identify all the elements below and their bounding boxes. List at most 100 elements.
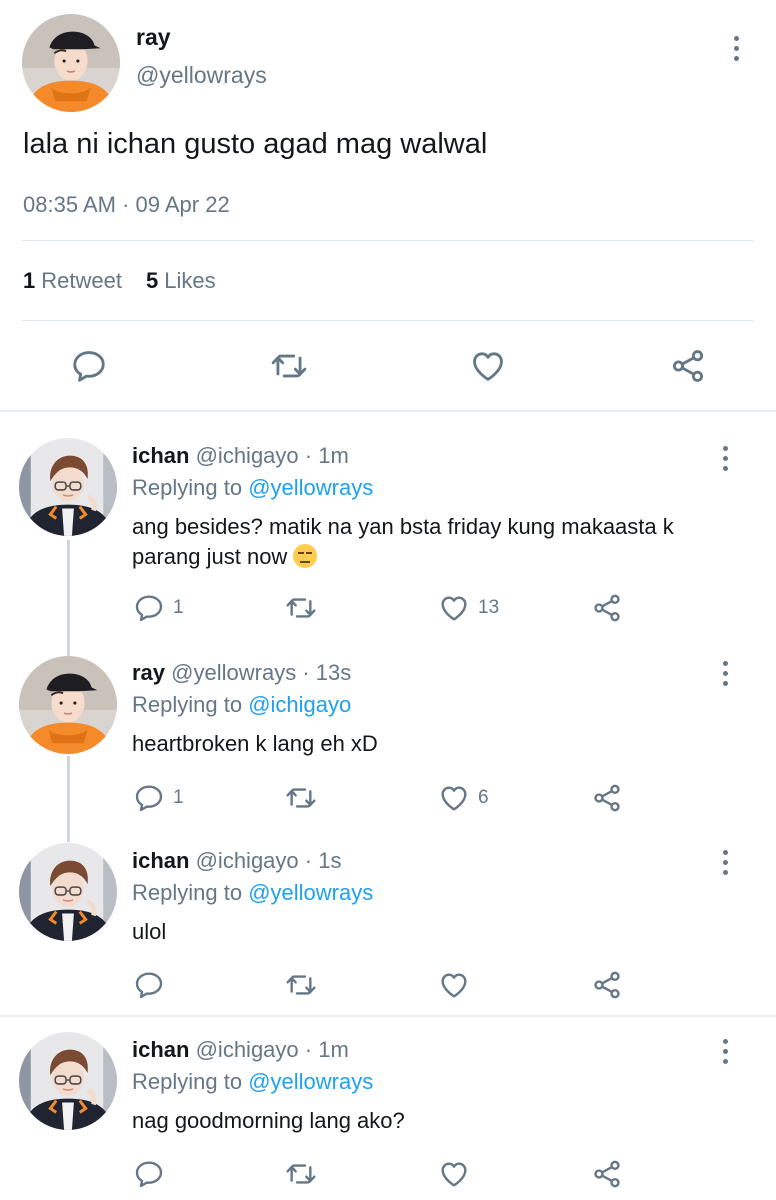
reply-time: · 1m: [304, 443, 349, 468]
reply-header: ichan @ichigayo · 1m: [132, 1037, 349, 1063]
replying-to: Replying to @yellowrays: [132, 880, 373, 906]
replying-prefix: Replying to: [132, 692, 243, 717]
reply-text: nag goodmorning lang ako?: [132, 1108, 405, 1133]
replying-to: Replying to @ichigayo: [132, 692, 351, 718]
more-vertical-icon[interactable]: [721, 1039, 729, 1064]
like-count: 13: [478, 597, 500, 618]
retweet-icon[interactable]: [270, 347, 308, 385]
heart-icon: [438, 592, 470, 624]
unamused-face-emoji: [293, 544, 318, 568]
retweet-icon: [285, 592, 317, 624]
share-icon[interactable]: [669, 347, 707, 385]
replying-prefix: Replying to: [132, 475, 243, 500]
thread-line: [67, 540, 70, 656]
avatar[interactable]: [19, 656, 117, 754]
like-count: 6: [478, 787, 489, 808]
author-name[interactable]: ray: [132, 660, 165, 685]
retweet-button[interactable]: [285, 1158, 317, 1190]
replying-to: Replying to @yellowrays: [132, 475, 373, 501]
avatar[interactable]: [19, 843, 117, 941]
retweet-button[interactable]: [285, 592, 317, 624]
avatar[interactable]: [19, 1032, 117, 1130]
reply-icon: [133, 782, 165, 814]
tweet-timestamp: 08:35 AM · 09 Apr 22: [23, 192, 230, 217]
author-name[interactable]: ichan: [132, 443, 189, 468]
retweet-button[interactable]: [285, 969, 317, 1001]
like-button[interactable]: 6: [438, 782, 489, 814]
like-button[interactable]: 13: [438, 592, 499, 624]
reply-time: · 1m: [304, 1037, 349, 1062]
reply-icon: [133, 1158, 165, 1190]
replying-prefix: Replying to: [132, 880, 243, 905]
reply-icon: [133, 592, 165, 624]
reply-text-line: ang besides? matik na yan bsta friday ku…: [132, 514, 674, 539]
share-button[interactable]: [591, 969, 623, 1001]
reply-text: heartbroken k lang eh xD: [132, 731, 378, 756]
avatar[interactable]: [22, 14, 120, 112]
reply-header: ray @yellowrays · 13s: [132, 660, 351, 686]
thread-line: [67, 756, 70, 842]
likes-label: Likes: [164, 268, 216, 293]
reply-icon[interactable]: [70, 347, 108, 385]
more-vertical-icon[interactable]: [721, 850, 729, 875]
more-vertical-icon[interactable]: [721, 661, 729, 686]
share-button[interactable]: [591, 1158, 623, 1190]
author-name[interactable]: ray: [136, 24, 171, 51]
retweet-icon: [285, 782, 317, 814]
share-button[interactable]: [591, 592, 623, 624]
author-name[interactable]: ichan: [132, 848, 189, 873]
author-handle[interactable]: @ichigayo: [196, 848, 299, 873]
reply-count: 1: [173, 787, 184, 808]
retweet-icon: [285, 1158, 317, 1190]
like-button[interactable]: [438, 1158, 470, 1190]
reply-text: ulol: [132, 919, 167, 944]
likes-stat[interactable]: 5 Likes: [146, 268, 216, 294]
section-separator: [0, 1015, 776, 1017]
replying-prefix: Replying to: [132, 1069, 243, 1094]
heart-icon: [438, 1158, 470, 1190]
heart-icon: [438, 782, 470, 814]
author-handle[interactable]: @yellowrays: [136, 62, 267, 89]
retweet-button[interactable]: [285, 782, 317, 814]
reply-button[interactable]: 1: [133, 782, 184, 814]
heart-icon: [438, 969, 470, 1001]
author-name[interactable]: ichan: [132, 1037, 189, 1062]
share-icon: [591, 1158, 623, 1190]
replying-to-link[interactable]: @yellowrays: [248, 1069, 373, 1094]
more-vertical-icon[interactable]: [721, 446, 729, 471]
like-button[interactable]: [438, 969, 470, 1001]
retweets-count: 1: [23, 268, 36, 293]
retweets-label: Retweet: [41, 268, 122, 293]
reply-button[interactable]: 1: [133, 592, 184, 624]
reply-button[interactable]: [133, 1158, 165, 1190]
more-vertical-icon[interactable]: [732, 36, 740, 61]
reply-button[interactable]: [133, 969, 165, 1001]
replying-to-link[interactable]: @yellowrays: [248, 475, 373, 500]
likes-count: 5: [145, 268, 159, 293]
replying-to-link[interactable]: @yellowrays: [248, 880, 373, 905]
replying-to-link[interactable]: @ichigayo: [248, 692, 351, 717]
retweet-icon: [285, 969, 317, 1001]
reply-text-line: parang just now: [132, 544, 288, 569]
avatar[interactable]: [19, 438, 117, 536]
tweet-text: lala ni ichan gusto agad mag walwal: [23, 128, 488, 160]
reply-header: ichan @ichigayo · 1m: [132, 443, 349, 469]
author-handle[interactable]: @ichigayo: [196, 443, 299, 468]
retweets-stat[interactable]: 1 Retweet: [23, 268, 122, 294]
reply-icon: [133, 969, 165, 1001]
reply-header: ichan @ichigayo · 1s: [132, 848, 341, 874]
share-button[interactable]: [591, 782, 623, 814]
replying-to: Replying to @yellowrays: [132, 1069, 373, 1095]
reply-count: 1: [173, 597, 184, 618]
share-icon: [591, 969, 623, 1001]
share-icon: [591, 782, 623, 814]
reply-time: · 1s: [304, 848, 342, 873]
tweet-stats: 1 Retweet 5 Likes: [23, 268, 216, 294]
heart-icon[interactable]: [469, 347, 507, 385]
author-handle[interactable]: @ichigayo: [196, 1037, 299, 1062]
reply-text: ang besides? matik na yan bsta friday ku…: [132, 512, 732, 572]
reply-time: · 13s: [302, 660, 352, 685]
divider: [22, 240, 754, 241]
author-handle[interactable]: @yellowrays: [171, 660, 296, 685]
section-separator: [0, 410, 776, 412]
